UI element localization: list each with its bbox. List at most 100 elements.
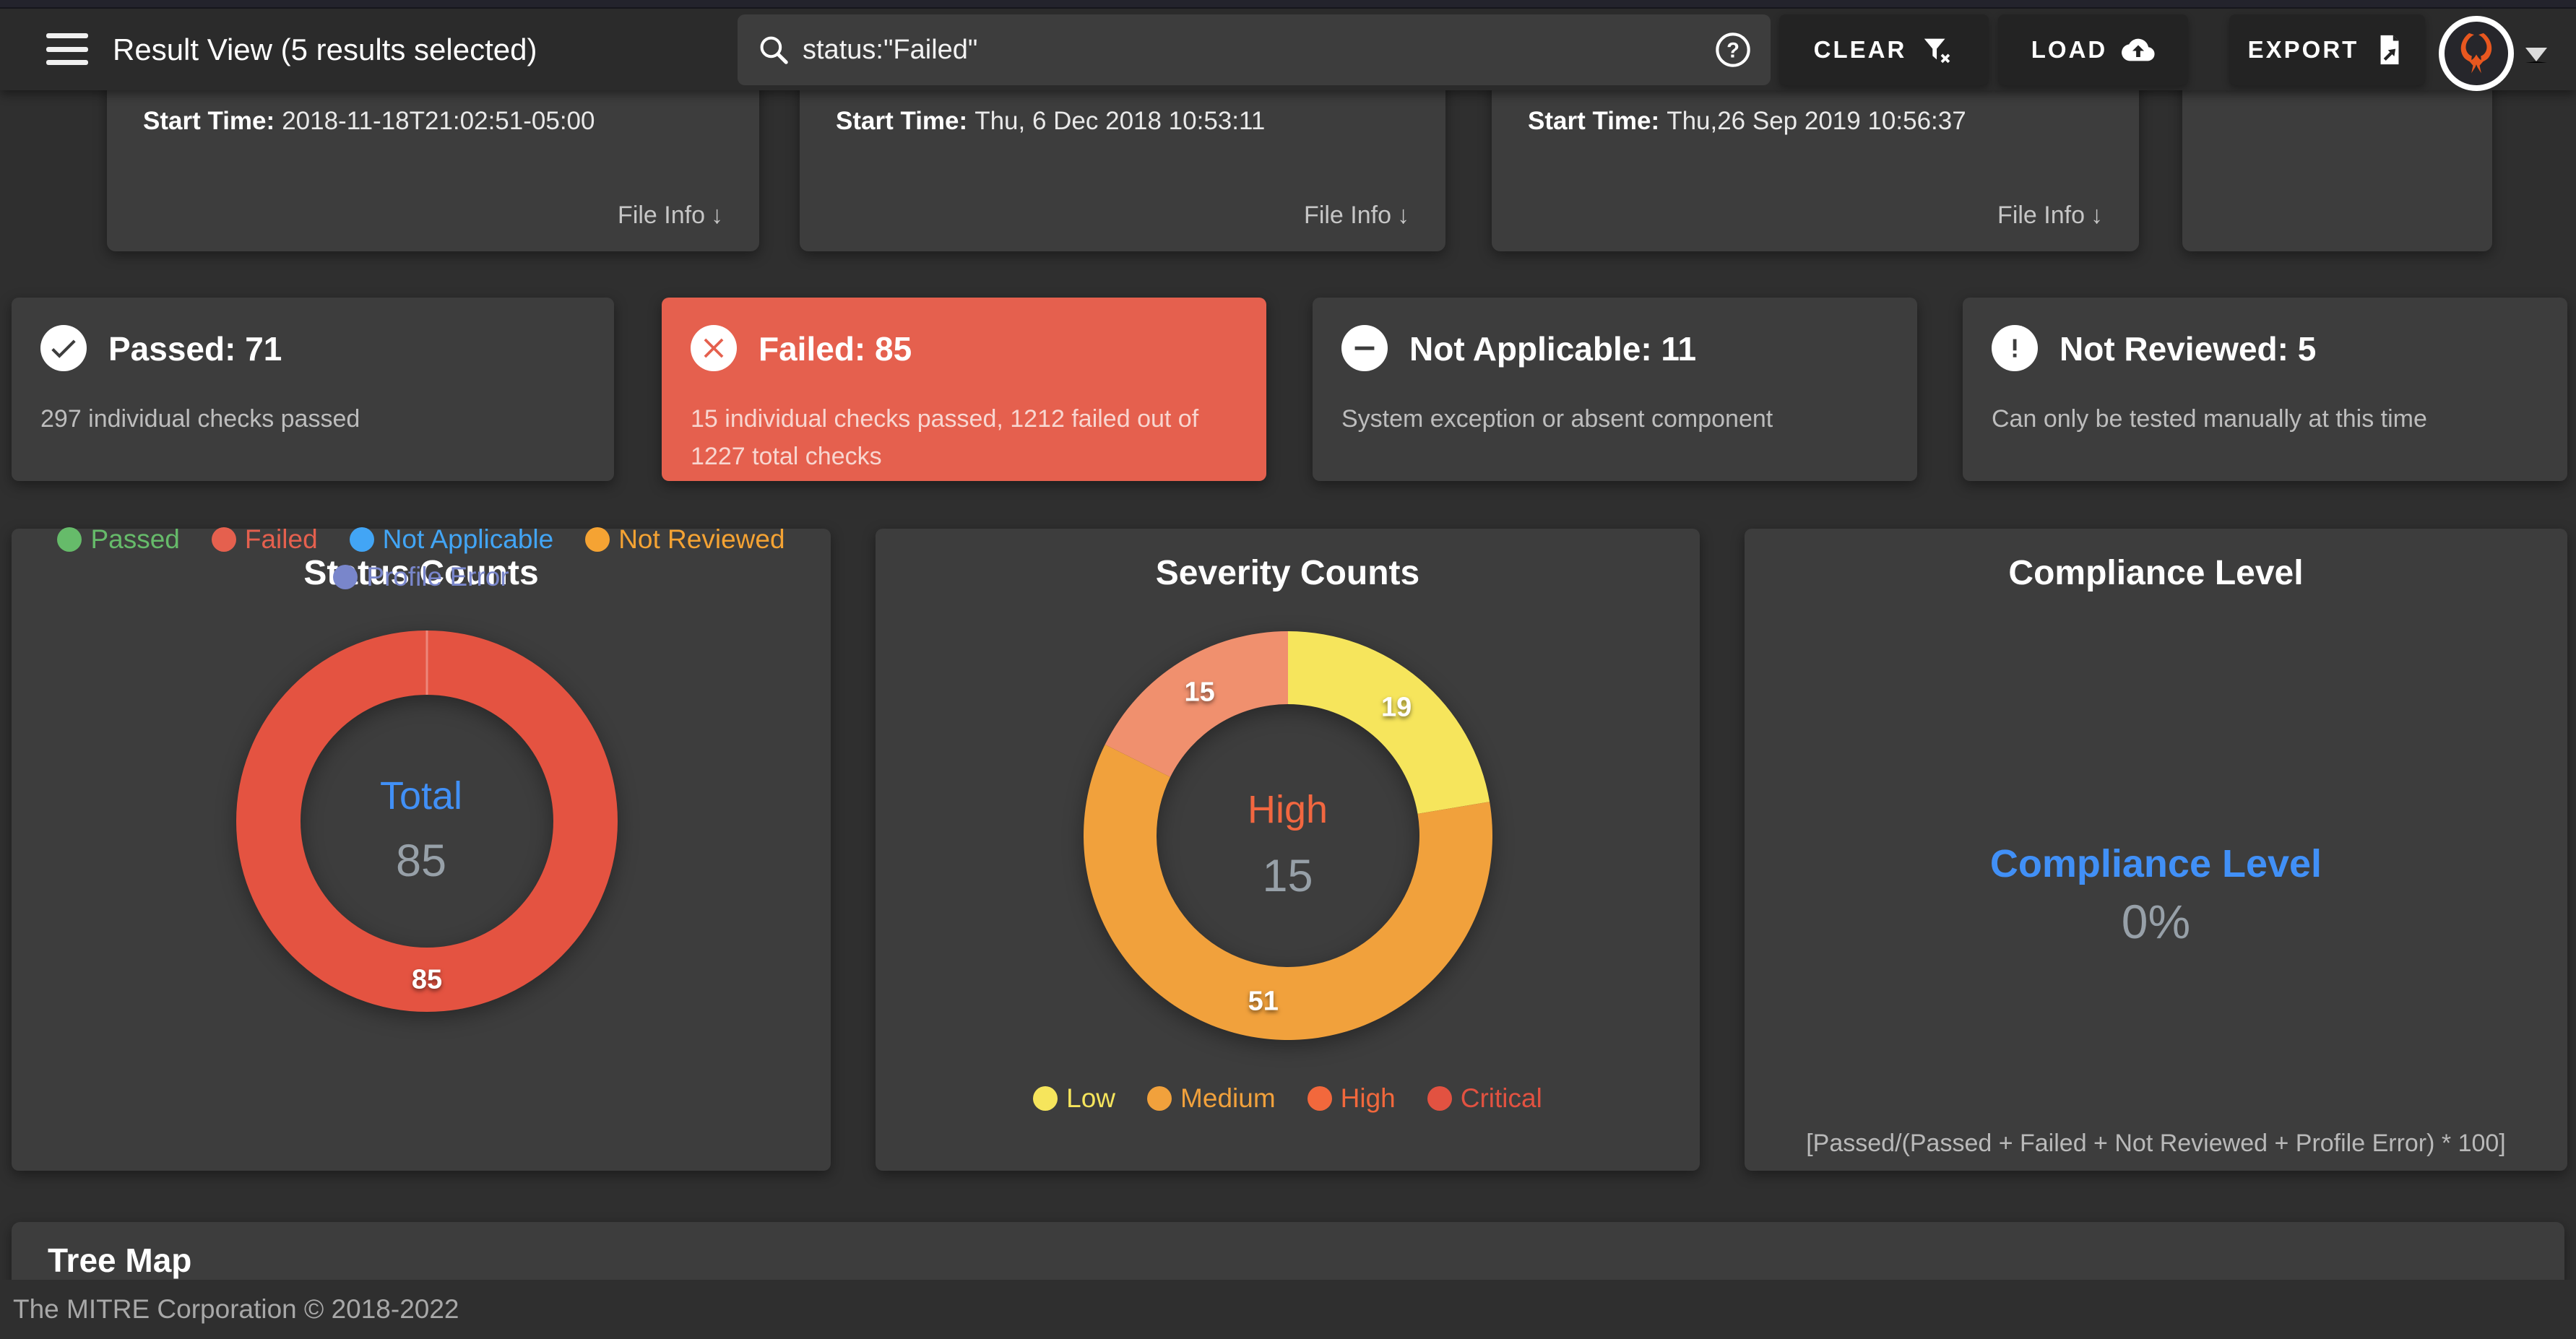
file-info-link[interactable]: File Info ↓ bbox=[1997, 202, 2103, 230]
cloud-upload-icon bbox=[2122, 33, 2155, 66]
failed-card-title: Failed: 85 bbox=[758, 329, 912, 368]
start-time-label: Start Time: bbox=[1528, 107, 1659, 135]
start-time-line: Start Time: Thu,26 Sep 2019 10:56:37 bbox=[1528, 107, 1966, 136]
legend-dot bbox=[333, 565, 358, 589]
legend-dot bbox=[1147, 1086, 1172, 1111]
filter-clear-icon bbox=[1921, 33, 1954, 66]
file-info-label: File Info bbox=[1997, 202, 2085, 230]
not-applicable-card-subtitle: System exception or absent component bbox=[1341, 400, 1773, 438]
slice-value-label: 19 bbox=[1381, 692, 1412, 723]
legend-item-profile-error[interactable]: Profile Error bbox=[333, 562, 509, 592]
menu-icon[interactable] bbox=[46, 32, 88, 66]
tree-map-title: Tree Map bbox=[48, 1241, 191, 1280]
legend-dot bbox=[1427, 1086, 1452, 1111]
file-export-icon bbox=[2373, 33, 2406, 66]
slice-value-label: 51 bbox=[1248, 986, 1279, 1017]
load-button[interactable]: LOAD bbox=[1998, 14, 2188, 85]
donut-center-value: 15 bbox=[876, 850, 1700, 902]
legend-label: Profile Error bbox=[366, 562, 509, 592]
page-title: Result View (5 results selected) bbox=[113, 9, 537, 90]
export-button-label: EXPORT bbox=[2248, 36, 2359, 64]
legend-item-low[interactable]: Low bbox=[1033, 1083, 1115, 1114]
arrow-down-icon: ↓ bbox=[1397, 202, 1409, 230]
legend-dot bbox=[1033, 1086, 1058, 1111]
check-circle-icon bbox=[40, 325, 87, 371]
file-info-label: File Info bbox=[1304, 202, 1391, 230]
start-time-label: Start Time: bbox=[143, 107, 275, 135]
slice-value-label: 15 bbox=[1184, 677, 1214, 708]
not-reviewed-card[interactable]: Not Reviewed: 5 Can only be tested manua… bbox=[1963, 298, 2567, 481]
failed-card[interactable]: Failed: 85 15 individual checks passed, … bbox=[662, 298, 1266, 481]
start-time-value: Thu,26 Sep 2019 10:56:37 bbox=[1667, 107, 1966, 135]
minus-circle-icon bbox=[1341, 325, 1388, 371]
file-info-label: File Info bbox=[618, 202, 705, 230]
status-legend: Passed Failed Not Applicable Not Reviewed Pr… bbox=[40, 524, 802, 592]
not-applicable-card[interactable]: Not Applicable: 11 System exception or a… bbox=[1313, 298, 1917, 481]
legend-label: Low bbox=[1066, 1083, 1115, 1114]
app-bar: Result View (5 results selected) ? CLEAR… bbox=[0, 9, 2576, 90]
footer: The MITRE Corporation © 2018-2022 bbox=[0, 1280, 2576, 1339]
search-icon bbox=[756, 32, 791, 67]
compliance-level-label: Compliance Level bbox=[1745, 841, 2567, 886]
arrow-down-icon: ↓ bbox=[2091, 202, 2103, 230]
legend-item-high[interactable]: High bbox=[1308, 1083, 1396, 1114]
failed-card-subtitle: 15 individual checks passed, 1212 failed… bbox=[691, 400, 1225, 475]
legend-item-medium[interactable]: Medium bbox=[1147, 1083, 1276, 1114]
compliance-formula: [Passed/(Passed + Failed + Not Reviewed … bbox=[1745, 1130, 2567, 1158]
arrow-down-icon: ↓ bbox=[711, 202, 723, 230]
legend-item-not-reviewed[interactable]: Not Reviewed bbox=[585, 524, 785, 555]
legend-label: Medium bbox=[1180, 1083, 1276, 1114]
chevron-down-icon[interactable] bbox=[2525, 48, 2547, 63]
legend-item-failed[interactable]: Failed bbox=[212, 524, 318, 555]
legend-item-passed[interactable]: Passed bbox=[57, 524, 179, 555]
heimdall-logo-icon bbox=[2449, 26, 2504, 81]
search-input[interactable] bbox=[803, 35, 1714, 66]
legend-dot bbox=[57, 527, 82, 552]
legend-item-not-applicable[interactable]: Not Applicable bbox=[350, 524, 554, 555]
start-time-line: Start Time:2018-11-18T21:02:51-05:00 bbox=[143, 107, 595, 136]
footer-copyright: The MITRE Corporation © 2018-2022 bbox=[13, 1294, 459, 1325]
status-counts-card: Status Counts 85 Total 85 PassedFailedNo… bbox=[12, 529, 831, 1171]
legend-label: Critical bbox=[1461, 1083, 1542, 1114]
severity-legend: Low Medium High Critical bbox=[904, 1083, 1671, 1114]
search-bar: ? bbox=[738, 14, 1771, 85]
start-time-value: 2018-11-18T21:02:51-05:00 bbox=[282, 107, 595, 135]
start-time-label: Start Time: bbox=[836, 107, 967, 135]
window-top-strip bbox=[0, 0, 2576, 9]
legend-label: Not Applicable bbox=[383, 524, 554, 555]
svg-text:?: ? bbox=[1726, 39, 1739, 62]
passed-card[interactable]: Passed: 71 297 individual checks passed bbox=[12, 298, 614, 481]
severity-counts-card: Severity Counts 195115 High 15 LowMedium… bbox=[876, 529, 1700, 1171]
passed-card-title: Passed: 71 bbox=[108, 329, 282, 368]
clear-button[interactable]: CLEAR bbox=[1779, 14, 1989, 85]
passed-card-subtitle: 297 individual checks passed bbox=[40, 400, 360, 438]
file-info-link[interactable]: File Info ↓ bbox=[1304, 202, 1409, 230]
start-time-value: Thu, 6 Dec 2018 10:53:11 bbox=[974, 107, 1265, 135]
slice-value-label: 85 bbox=[412, 964, 442, 995]
legend-label: High bbox=[1341, 1083, 1396, 1114]
start-time-line: Start Time:Thu, 6 Dec 2018 10:53:11 bbox=[836, 107, 1265, 136]
not-applicable-card-title: Not Applicable: 11 bbox=[1409, 329, 1696, 368]
not-reviewed-card-title: Not Reviewed: 5 bbox=[2059, 329, 2316, 368]
donut-center-value: 85 bbox=[12, 835, 831, 887]
legend-label: Passed bbox=[90, 524, 179, 555]
close-circle-icon bbox=[691, 325, 737, 371]
donut-center-label: High bbox=[876, 787, 1700, 832]
legend-dot bbox=[350, 527, 374, 552]
legend-item-critical[interactable]: Critical bbox=[1427, 1083, 1542, 1114]
not-reviewed-card-subtitle: Can only be tested manually at this time bbox=[1992, 400, 2427, 438]
legend-dot bbox=[585, 527, 610, 552]
export-button[interactable]: EXPORT bbox=[2229, 14, 2425, 85]
file-info-link[interactable]: File Info ↓ bbox=[618, 202, 723, 230]
avatar[interactable] bbox=[2439, 16, 2514, 91]
compliance-level-card: Compliance Level Compliance Level 0% [Pa… bbox=[1745, 529, 2567, 1171]
load-button-label: LOAD bbox=[2031, 36, 2108, 64]
donut-center-label: Total bbox=[12, 774, 831, 818]
clear-button-label: CLEAR bbox=[1814, 36, 1907, 64]
alert-circle-icon bbox=[1992, 325, 2038, 371]
legend-dot bbox=[212, 527, 236, 552]
help-icon[interactable]: ? bbox=[1714, 31, 1752, 69]
legend-dot bbox=[1308, 1086, 1332, 1111]
compliance-level-title: Compliance Level bbox=[1745, 553, 2567, 593]
compliance-level-value: 0% bbox=[1745, 894, 2567, 949]
